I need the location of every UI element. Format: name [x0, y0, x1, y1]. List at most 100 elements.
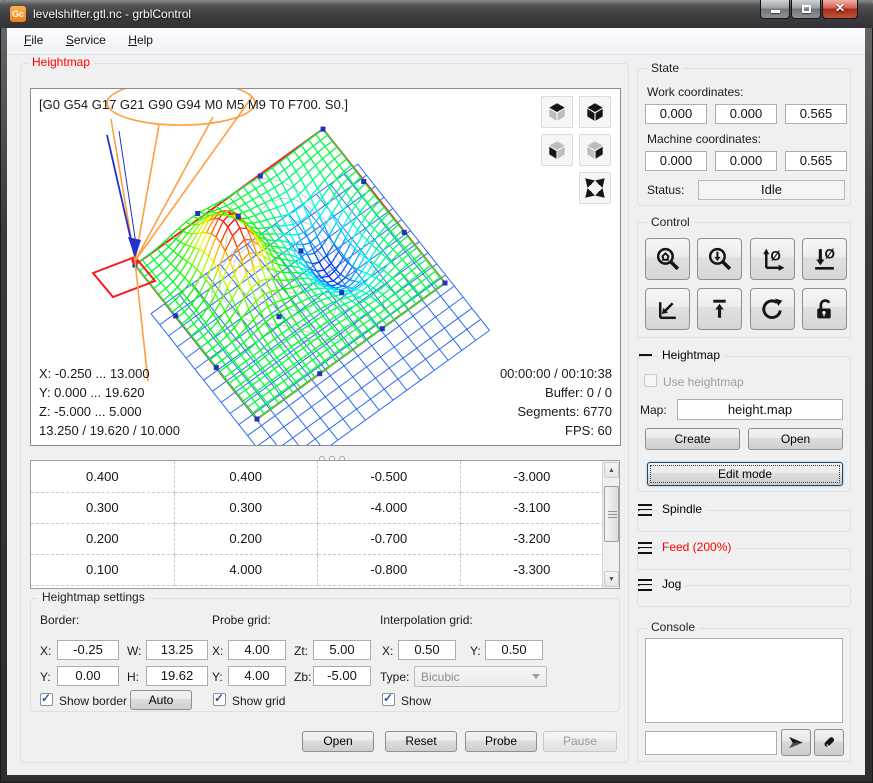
interp-x-field[interactable]: 0.50 — [398, 640, 456, 660]
probe-x-field[interactable]: 4.00 — [228, 640, 286, 660]
show-border-checkbox[interactable] — [40, 693, 53, 706]
create-heightmap-button[interactable]: Create — [645, 428, 740, 450]
scroll-down-icon: ▼ — [608, 576, 615, 583]
info-segments: Segments: 6770 — [500, 402, 612, 421]
border-h-field[interactable]: 19.62 — [146, 666, 208, 686]
maximize-button[interactable] — [791, 0, 821, 19]
scroll-up-button[interactable]: ▲ — [604, 462, 619, 478]
titlebar[interactable]: Gc levelshifter.gtl.nc - grblControl ✕ — [0, 0, 873, 28]
svg-text:Ø: Ø — [825, 246, 836, 261]
pause-button[interactable]: Pause — [543, 731, 617, 752]
table-cell[interactable]: -3.300 — [460, 554, 603, 585]
view-isometric-button[interactable] — [579, 96, 611, 128]
table-cell[interactable]: -4.000 — [317, 492, 460, 523]
auto-button[interactable]: Auto — [130, 690, 192, 710]
probe-button[interactable]: Probe — [465, 731, 537, 752]
border-w-field[interactable]: 13.25 — [146, 640, 208, 660]
show-interp-label: Show — [401, 694, 431, 708]
table-cell[interactable]: 0.200 — [31, 523, 174, 554]
table-cell[interactable]: 0.300 — [31, 492, 174, 523]
menu-service[interactable]: Service — [57, 28, 115, 52]
menu-file-rest: ile — [31, 33, 43, 47]
map-name-field[interactable]: height.map — [677, 399, 843, 420]
menu-service-rest: ervice — [74, 33, 106, 47]
show-grid-checkbox[interactable] — [213, 693, 226, 706]
z-probe-button[interactable] — [697, 238, 742, 280]
reset-grbl-button[interactable] — [750, 288, 795, 330]
table-cell[interactable]: 0.300 — [174, 492, 317, 523]
settings-group-title: Heightmap settings — [38, 590, 149, 604]
console-send-button[interactable] — [781, 729, 811, 756]
work-y-field: 0.000 — [715, 104, 777, 124]
probe-zb-field[interactable]: -5.00 — [313, 666, 371, 686]
probe-zt-field[interactable]: 5.00 — [313, 640, 371, 660]
border-y-field[interactable]: 0.00 — [57, 666, 119, 686]
probe-y-field[interactable]: 4.00 — [228, 666, 286, 686]
maximize-icon — [802, 5, 811, 13]
interpolation-section-label: Interpolation grid: — [380, 613, 473, 627]
menu-help[interactable]: Help — [119, 28, 162, 52]
unlock-button[interactable] — [802, 288, 847, 330]
minimize-button[interactable] — [760, 0, 790, 19]
console-group-title: Console — [647, 620, 699, 634]
menubar: File Service Help — [7, 28, 865, 55]
table-cell[interactable]: 0.400 — [31, 461, 174, 492]
menu-file[interactable]: File — [15, 28, 52, 52]
heightmap-table-body: 0.4000.400-0.500-3.0000.3000.300-4.000-3… — [31, 461, 604, 585]
scrollbar-thumb[interactable] — [604, 486, 619, 542]
spindle-section-title: Spindle — [658, 502, 706, 516]
minimize-icon — [771, 10, 780, 13]
table-cell[interactable]: 0.400 — [174, 461, 317, 492]
table-cell[interactable]: -3.000 — [460, 461, 603, 492]
close-button[interactable]: ✕ — [822, 0, 858, 19]
console-clear-button[interactable] — [814, 729, 844, 756]
table-cell[interactable]: 4.000 — [174, 554, 317, 585]
zero-xy-button[interactable]: Ø — [750, 238, 795, 280]
view-left-button[interactable] — [579, 134, 611, 166]
safe-z-button[interactable] — [697, 288, 742, 330]
menu-help-rest: elp — [137, 33, 153, 47]
table-cell[interactable]: 0.200 — [174, 523, 317, 554]
main-content: Heightmap [G0 G54 G17 G21 G90 G94 M0 M5 … — [7, 55, 865, 775]
edit-mode-button[interactable]: Edit mode — [647, 462, 843, 486]
table-cell[interactable]: -3.100 — [460, 492, 603, 523]
border-section-label: Border: — [40, 613, 79, 627]
scroll-down-button[interactable]: ▼ — [604, 571, 619, 587]
zero-xy-icon: Ø — [759, 246, 786, 273]
interp-y-field[interactable]: 0.50 — [485, 640, 543, 660]
console-input[interactable] — [645, 731, 777, 755]
console-output[interactable] — [645, 638, 843, 723]
viewport-info-left: X: -0.250 ... 13.000 Y: 0.000 ... 19.620… — [39, 364, 180, 440]
table-cell[interactable]: -3.200 — [460, 523, 603, 554]
fit-view-button[interactable] — [579, 172, 611, 204]
table-row: 0.1004.000-0.800-3.300 — [31, 554, 604, 585]
chevron-down-icon — [532, 674, 540, 679]
table-cell[interactable]: -0.800 — [317, 554, 460, 585]
probe-y-label: Y: — [212, 670, 223, 684]
view-top-button[interactable] — [541, 96, 573, 128]
restore-origin-button[interactable] — [645, 288, 690, 330]
show-interp-checkbox[interactable] — [382, 693, 395, 706]
reset-button[interactable]: Reset — [385, 731, 457, 752]
status-label: Status: — [647, 183, 684, 197]
use-heightmap-checkbox[interactable] — [644, 374, 657, 387]
table-cell[interactable]: -0.700 — [317, 523, 460, 554]
interp-type-combo[interactable]: Bicubic — [414, 666, 547, 687]
table-cell[interactable]: -0.500 — [317, 461, 460, 492]
info-dimensions: 13.250 / 19.620 / 10.000 — [39, 421, 180, 440]
viewport-3d[interactable]: [G0 G54 G17 G21 G90 G94 M0 M5 M9 T0 F700… — [30, 88, 621, 446]
table-row: 0.4000.400-0.500-3.000 — [31, 461, 604, 492]
view-front-button[interactable] — [541, 134, 573, 166]
table-scrollbar[interactable]: ▲ ▼ — [602, 461, 619, 588]
open-heightmap-button[interactable]: Open — [748, 428, 843, 450]
close-icon: ✕ — [835, 1, 845, 15]
cube-left-icon — [584, 139, 606, 161]
zero-z-button[interactable]: Ø — [802, 238, 847, 280]
open-gcode-button[interactable]: Open — [302, 731, 374, 752]
menu-help-accel: H — [128, 33, 137, 47]
table-cell[interactable]: 0.100 — [31, 554, 174, 585]
border-y-label: Y: — [40, 670, 51, 684]
border-x-field[interactable]: -0.25 — [57, 640, 119, 660]
home-button[interactable] — [645, 238, 690, 280]
use-heightmap-label: Use heightmap — [663, 375, 744, 389]
